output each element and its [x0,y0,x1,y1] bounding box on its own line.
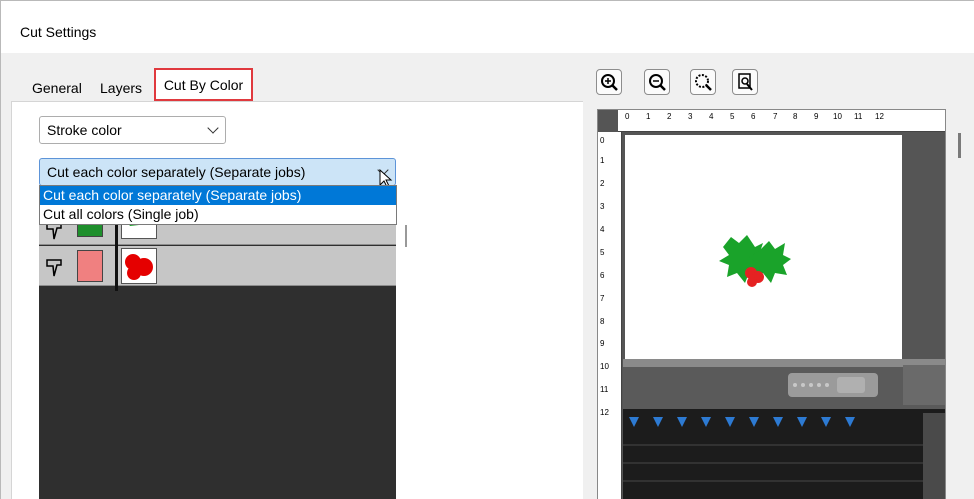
stroke-select-value: Stroke color [47,122,122,138]
cut-mode-value: Cut each color separately (Separate jobs… [47,164,306,180]
ruler-label: 1 [646,112,651,121]
zoom-in-icon [601,74,618,91]
ruler-label: 2 [667,112,672,121]
stroke-color-select[interactable]: Stroke color [39,116,226,144]
ruler-label: 11 [600,385,609,394]
ruler-label: 5 [730,112,735,121]
vertical-ruler: 0 1 2 3 4 5 6 7 8 9 10 11 12 [598,132,622,499]
option-single-job[interactable]: Cut all colors (Single job) [40,205,396,224]
cutting-mat [625,135,902,359]
chevron-down-icon [207,122,219,134]
zoom-fit-icon [695,74,712,91]
cutter-blade-icon[interactable] [45,256,63,278]
ruler-label: 8 [793,112,798,121]
preview-scroll-indicator[interactable] [958,133,961,158]
zoom-out-icon [649,74,666,91]
ruler-label: 5 [600,248,605,257]
tab-strip: General Layers Cut By Color [23,67,583,101]
zoom-page-button[interactable] [732,69,758,95]
ruler-label: 3 [600,202,605,211]
cut-mode-dropdown: Cut each color separately (Separate jobs… [39,185,397,225]
title-bar: Cut Settings [1,1,974,53]
option-separate-jobs[interactable]: Cut each color separately (Separate jobs… [40,186,396,205]
layer-row[interactable] [39,246,396,286]
cutter-machine-graphic [623,359,945,499]
zoom-fit-button[interactable] [690,69,716,95]
horizontal-ruler: 0 1 2 3 4 5 6 7 8 9 10 11 12 [618,110,945,132]
list-scroll-indicator[interactable] [405,225,407,247]
ruler-label: 1 [600,156,605,165]
zoom-page-icon [738,73,753,91]
ruler-label: 7 [600,294,605,303]
cutter-machine-preview [623,359,945,499]
ruler-label: 10 [833,112,842,121]
layer-thumbnail [121,248,157,284]
window-title: Cut Settings [20,24,97,40]
ruler-label: 0 [625,112,630,121]
holly-design [719,235,791,287]
ruler-label: 2 [600,179,605,188]
color-layer-grid [39,209,396,499]
ruler-label: 10 [600,362,609,371]
tab-general[interactable]: General [29,77,85,101]
zoom-toolbar [596,69,776,99]
ruler-label: 12 [875,112,884,121]
ruler-label: 4 [709,112,714,121]
cut-mode-select[interactable]: Cut each color separately (Separate jobs… [39,158,396,188]
ruler-label: 7 [773,112,778,121]
ruler-label: 4 [600,225,605,234]
zoom-in-button[interactable] [596,69,622,95]
ruler-label: 9 [600,339,605,348]
berries-thumbnail [125,254,153,280]
cut-settings-window: Cut Settings General Layers Cut By Color… [0,0,974,499]
ruler-label: 0 [600,136,605,145]
ruler-label: 6 [600,271,605,280]
ruler-label: 3 [688,112,693,121]
zoom-out-button[interactable] [644,69,670,95]
layer-color-swatch[interactable] [77,250,103,282]
ruler-label: 6 [751,112,756,121]
ruler-label: 8 [600,317,605,326]
tab-cut-by-color[interactable]: Cut By Color [154,68,253,101]
ruler-label: 12 [600,408,609,417]
tab-layers[interactable]: Layers [97,77,145,101]
ruler-label: 11 [854,112,863,121]
ruler-label: 9 [814,112,819,121]
